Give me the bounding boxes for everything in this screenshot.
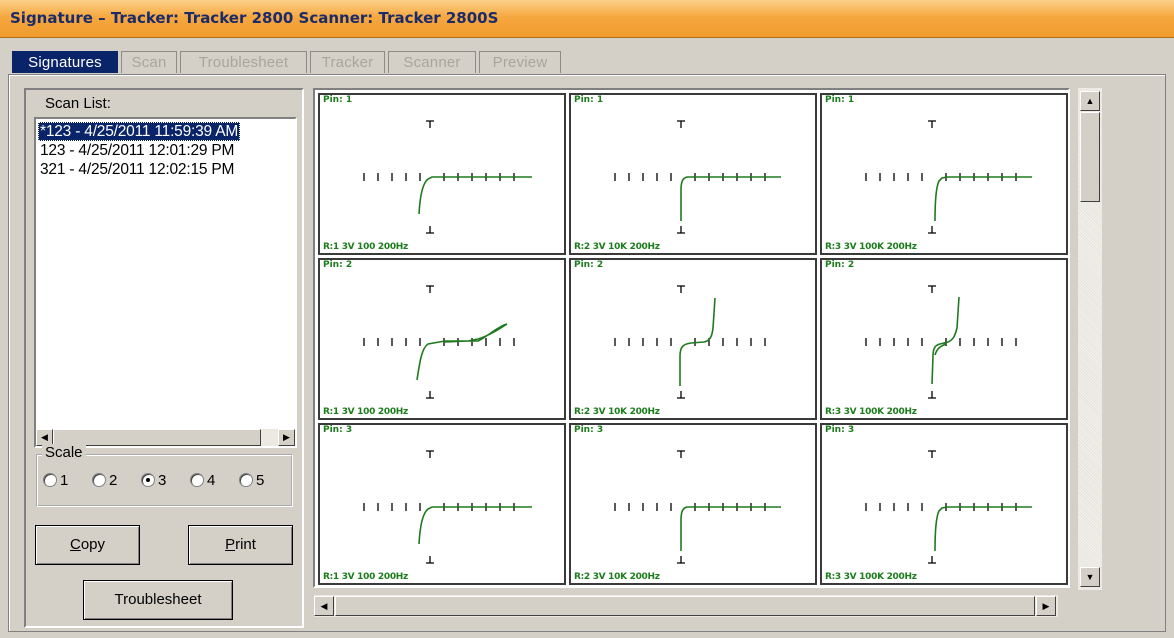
pin-label: Pin: 3 [574, 425, 604, 435]
scan-list-item[interactable]: 321 - 4/25/2011 12:02:15 PM [38, 160, 236, 179]
radio-dot [141, 473, 155, 487]
signature-plot [865, 450, 1032, 564]
pin-label: Pin: 3 [323, 425, 353, 435]
signature-cell[interactable]: Pin: 1 R:2 3V 10K 200Hz [569, 93, 817, 255]
print-label: rint [235, 536, 256, 553]
pin-label: Pin: 3 [825, 425, 855, 435]
scan-list-item[interactable]: *123 - 4/25/2011 11:59:39 AM [38, 122, 241, 141]
signature-plot [363, 450, 532, 564]
scale-radio-4[interactable]: 4 [190, 472, 215, 490]
scale-radio-2[interactable]: 2 [92, 472, 117, 490]
pin-label: Pin: 2 [574, 260, 604, 270]
pin-label: Pin: 2 [323, 260, 353, 270]
range-label: R:3 3V 100K 200Hz [825, 242, 917, 252]
signature-trace [680, 506, 781, 551]
signature-plot [865, 120, 1032, 234]
tab-tracker[interactable]: Tracker [310, 51, 385, 73]
scroll-up-button[interactable]: ▲ [1080, 91, 1100, 111]
signature-cell[interactable]: Pin: 3 R:1 3V 100 200Hz [318, 423, 566, 585]
signature-trace [679, 297, 716, 386]
signature-cell[interactable]: Pin: 2 R:1 3V 100 200Hz [318, 258, 566, 420]
scroll-thumb[interactable] [1080, 112, 1100, 202]
scroll-down-button[interactable]: ▼ [1080, 567, 1100, 587]
signature-trace [934, 506, 1032, 552]
signature-plot [614, 285, 766, 399]
radio-label: 5 [256, 472, 265, 489]
copy-accel: C [69, 536, 81, 553]
range-label: R:3 3V 100K 200Hz [825, 407, 917, 417]
signature-trace [680, 176, 781, 221]
range-label: R:2 3V 10K 200Hz [574, 572, 660, 582]
range-label: R:3 3V 100K 200Hz [825, 572, 917, 582]
signature-trace [418, 176, 532, 215]
scale-label: Scale [42, 444, 86, 461]
graticule-ticks [865, 285, 1017, 399]
scan-list[interactable]: *123 - 4/25/2011 11:59:39 AM 123 - 4/25/… [34, 117, 297, 448]
signature-cell[interactable]: Pin: 1 R:1 3V 100 200Hz [318, 93, 566, 255]
print-button[interactable]: Print [188, 525, 293, 565]
window-title: Signature – Tracker: Tracker 2800 Scanne… [10, 9, 499, 27]
range-label: R:2 3V 10K 200Hz [574, 242, 660, 252]
scale-radio-1[interactable]: 1 [43, 472, 68, 490]
scale-radio-5[interactable]: 5 [239, 472, 264, 490]
graticule-ticks [614, 285, 766, 399]
signature-plot [614, 120, 781, 234]
tab-scanner[interactable]: Scanner [388, 51, 476, 73]
signature-plot [614, 450, 781, 564]
radio-label: 1 [60, 472, 69, 489]
signature-trace [416, 323, 508, 381]
tab-preview[interactable]: Preview [479, 51, 561, 73]
tab-troublesheet[interactable]: Troublesheet [180, 51, 307, 73]
radio-dot [43, 473, 57, 487]
grid-vscrollbar[interactable]: ▲ ▼ [1074, 88, 1102, 590]
scroll-right-button[interactable]: ▶ [1036, 596, 1056, 616]
signature-plot [363, 285, 515, 399]
grid-hscrollbar[interactable]: ◀ ▶ [314, 595, 1058, 617]
signature-cell[interactable]: Pin: 3 R:2 3V 10K 200Hz [569, 423, 817, 585]
troublesheet-button[interactable]: Troublesheet [83, 580, 233, 620]
signature-plot [865, 285, 1017, 399]
signature-cell[interactable]: Pin: 3 R:3 3V 100K 200Hz [820, 423, 1068, 585]
radio-label: 2 [109, 472, 118, 489]
radio-label: 3 [158, 472, 167, 489]
pin-label: Pin: 1 [574, 95, 604, 105]
copy-button[interactable]: Copy [35, 525, 140, 565]
scroll-right-button[interactable]: ▶ [278, 429, 295, 446]
range-label: R:1 3V 100 200Hz [323, 407, 408, 417]
scroll-left-button[interactable]: ◀ [314, 596, 334, 616]
range-label: R:2 3V 10K 200Hz [574, 407, 660, 417]
signature-trace [418, 506, 532, 545]
radio-label: 4 [207, 472, 216, 489]
pin-label: Pin: 1 [825, 95, 855, 105]
signature-cell[interactable]: Pin: 2 R:2 3V 10K 200Hz [569, 258, 817, 420]
signature-plot [363, 120, 532, 234]
copy-label: opy [80, 536, 106, 553]
tab-signatures[interactable]: Signatures [12, 51, 118, 73]
radio-dot [239, 473, 253, 487]
signature-cell[interactable]: Pin: 2 R:3 3V 100K 200Hz [820, 258, 1068, 420]
pin-label: Pin: 1 [323, 95, 353, 105]
scan-list-item[interactable]: 123 - 4/25/2011 12:01:29 PM [38, 141, 236, 160]
title-bar: Signature – Tracker: Tracker 2800 Scanne… [0, 0, 1174, 38]
signature-trace [934, 176, 1032, 222]
print-accel: P [225, 536, 236, 553]
tab-scan[interactable]: Scan [121, 51, 177, 73]
radio-dot [92, 473, 106, 487]
radio-dot [190, 473, 204, 487]
signature-grid: Pin: 1 R:1 3V 100 200Hz Pin: 1 R:2 3V 10K 2… [313, 88, 1070, 588]
scale-radio-3[interactable]: 3 [141, 472, 166, 490]
scan-list-label: Scan List: [45, 95, 111, 112]
signature-cell[interactable]: Pin: 1 R:3 3V 100K 200Hz [820, 93, 1068, 255]
range-label: R:1 3V 100 200Hz [323, 572, 408, 582]
pin-label: Pin: 2 [825, 260, 855, 270]
range-label: R:1 3V 100 200Hz [323, 242, 408, 252]
scroll-thumb[interactable] [335, 596, 1035, 616]
